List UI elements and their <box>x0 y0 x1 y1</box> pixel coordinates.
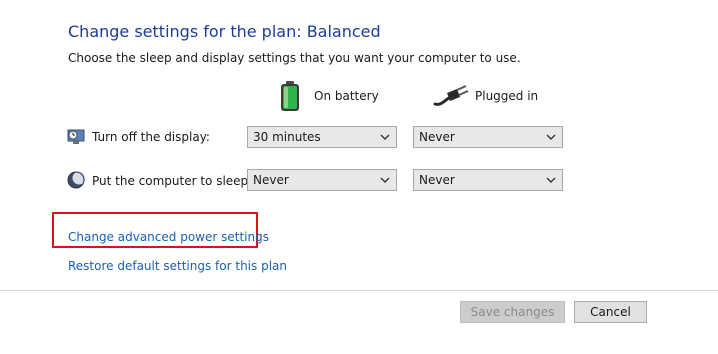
display-battery-value: 30 minutes <box>253 130 321 144</box>
column-header-battery: On battery <box>279 80 399 112</box>
column-label-plugged: Plugged in <box>475 89 539 103</box>
page-title: Change settings for the plan: Balanced <box>68 22 381 41</box>
setting-label-display: Turn off the display: <box>92 130 210 144</box>
display-plugged-dropdown[interactable]: Never <box>413 126 563 148</box>
column-label-battery: On battery <box>314 89 379 103</box>
footer-divider <box>0 290 718 291</box>
display-clock-icon <box>67 129 85 144</box>
display-plugged-value: Never <box>419 130 455 144</box>
save-changes-button[interactable]: Save changes <box>460 301 565 323</box>
page-subtitle: Choose the sleep and display settings th… <box>68 51 521 65</box>
sleep-plugged-dropdown[interactable]: Never <box>413 169 563 191</box>
chevron-down-icon <box>380 177 390 183</box>
chevron-down-icon <box>546 177 556 183</box>
sleep-battery-dropdown[interactable]: Never <box>247 169 397 191</box>
battery-icon <box>281 81 299 111</box>
restore-defaults-link[interactable]: Restore default settings for this plan <box>68 259 287 273</box>
column-header-plugged: Plugged in <box>433 82 553 110</box>
advanced-power-settings-link[interactable]: Change advanced power settings <box>68 230 269 244</box>
chevron-down-icon <box>546 134 556 140</box>
cancel-button[interactable]: Cancel <box>574 301 647 323</box>
moon-sleep-icon <box>67 171 85 189</box>
sleep-plugged-value: Never <box>419 173 455 187</box>
chevron-down-icon <box>380 134 390 140</box>
sleep-battery-value: Never <box>253 173 289 187</box>
power-plug-icon <box>433 85 469 106</box>
setting-label-sleep: Put the computer to sleep: <box>92 174 253 188</box>
display-battery-dropdown[interactable]: 30 minutes <box>247 126 397 148</box>
